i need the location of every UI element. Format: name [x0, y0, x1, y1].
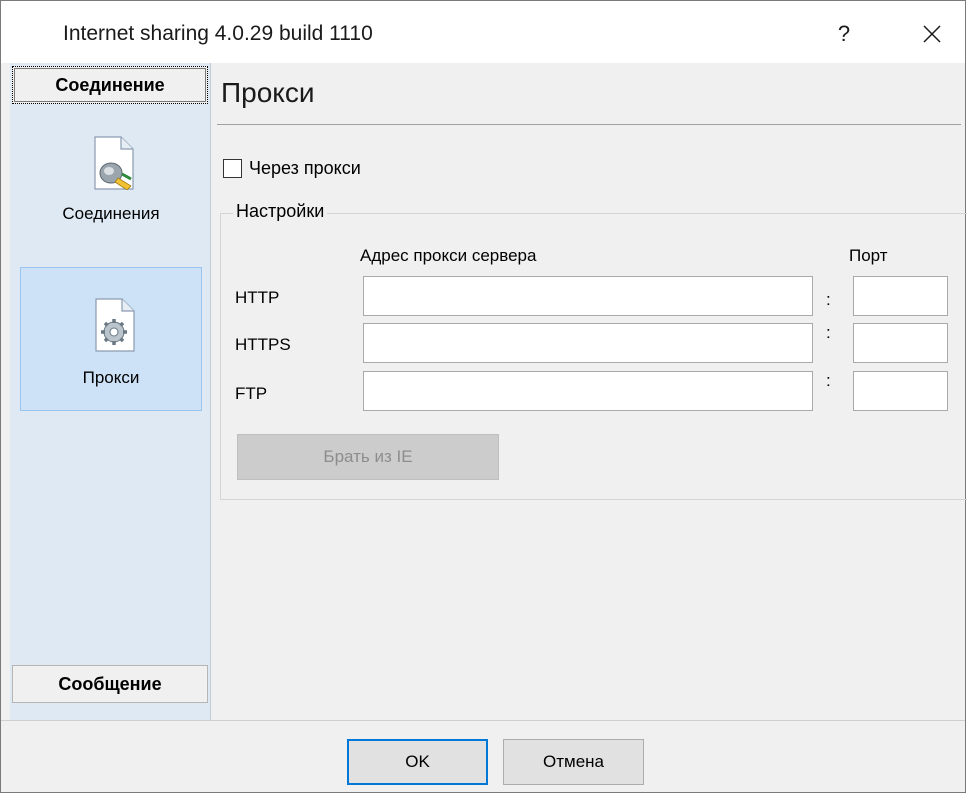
main-content: Прокси Через прокси Настройки Адрес прок… [217, 63, 967, 720]
ftp-colon: : [826, 371, 831, 390]
sidebar-item-label: Соединения [62, 204, 160, 223]
sidebar-item-proxy[interactable]: Прокси [20, 267, 202, 411]
title-bar: Internet sharing 4.0.29 build 1110 ? [1, 1, 965, 63]
proxy-settings-gear-icon [95, 298, 135, 352]
http-colon: : [826, 290, 831, 309]
ftp-port-input[interactable] [853, 371, 948, 411]
http-address-input[interactable] [363, 276, 813, 316]
cancel-button[interactable]: Отмена [503, 739, 644, 785]
dialog-window: Internet sharing 4.0.29 build 1110 ? Сое… [0, 0, 967, 793]
port-column-header: Порт [849, 246, 888, 265]
sidebar-item-connections[interactable]: Соединения [20, 116, 202, 260]
https-label: HTTPS [235, 335, 291, 354]
https-address-input[interactable] [363, 323, 813, 363]
page-title: Прокси [221, 77, 315, 108]
help-button[interactable]: ? [821, 11, 867, 57]
address-column-header: Адрес прокси сервера [360, 246, 537, 265]
ok-button[interactable]: OK [347, 739, 488, 785]
sidebar-group-messages[interactable]: Сообщение [12, 665, 208, 703]
use-proxy-label[interactable]: Через прокси [249, 158, 361, 179]
ftp-address-input[interactable] [363, 371, 813, 411]
connection-plug-icon [94, 136, 134, 190]
title-divider [217, 124, 961, 125]
import-from-ie-button[interactable]: Брать из IE [237, 434, 499, 480]
https-port-input[interactable] [853, 323, 948, 363]
settings-groupbox: Настройки Адрес прокси сервера Порт HTTP… [220, 201, 967, 500]
https-colon: : [826, 323, 831, 342]
use-proxy-checkbox[interactable] [223, 159, 242, 178]
sidebar-item-label: Прокси [82, 368, 140, 387]
close-icon [923, 25, 941, 43]
footer-divider [1, 720, 965, 721]
sidebar-group-connection[interactable]: Соединение [12, 66, 208, 104]
http-label: HTTP [235, 288, 280, 307]
window-title: Internet sharing 4.0.29 build 1110 [63, 22, 373, 45]
ftp-label: FTP [235, 384, 268, 403]
close-button[interactable] [899, 11, 965, 57]
http-port-input[interactable] [853, 276, 948, 316]
settings-legend: Настройки [233, 201, 328, 222]
sidebar: Соединение Соединения Прокси Сообщение [10, 63, 211, 720]
